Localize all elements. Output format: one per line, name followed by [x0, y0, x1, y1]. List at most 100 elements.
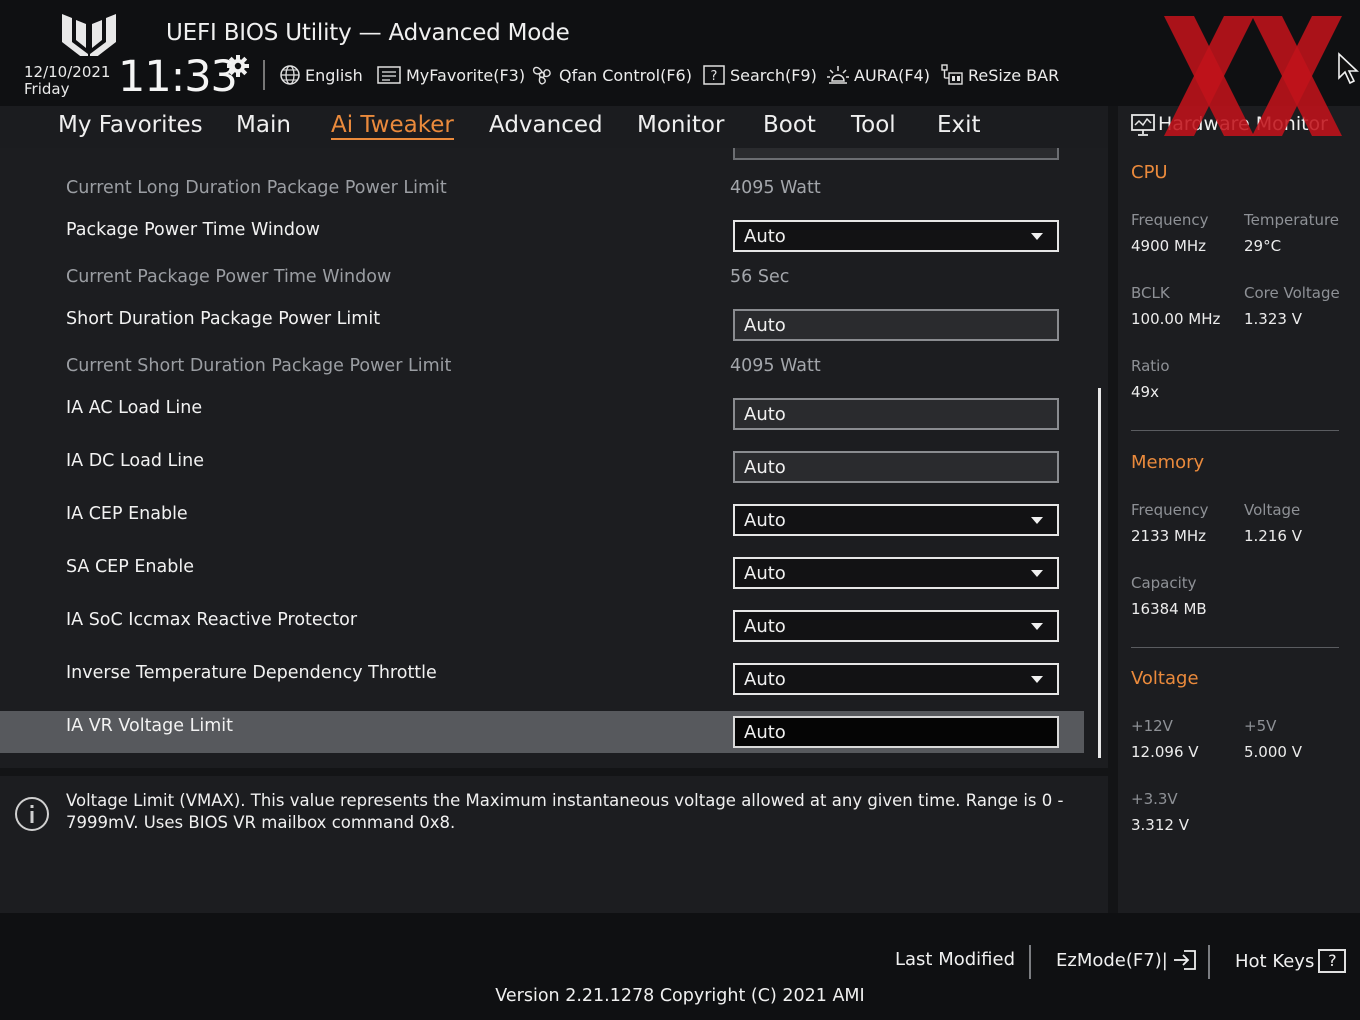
dropdown-value: Auto	[744, 669, 786, 690]
capacity-value: 16384 MB	[1131, 600, 1207, 618]
setting-label: IA VR Voltage Limit	[66, 716, 233, 736]
chevron-down-icon	[1031, 623, 1043, 630]
xx-watermark-logo	[1164, 16, 1342, 136]
input-value: Auto	[744, 722, 786, 743]
chevron-down-icon	[1031, 676, 1043, 683]
cpu-temperature-value: 29°C	[1244, 237, 1282, 255]
voltage-heading: Voltage	[1131, 668, 1199, 689]
language-label: English	[305, 65, 363, 85]
footer-divider	[1208, 945, 1210, 979]
hot-keys-help-icon: ?	[1318, 949, 1347, 973]
day-text: Friday	[24, 80, 70, 98]
setting-label: Inverse Temperature Dependency Throttle	[66, 663, 437, 683]
tab-advanced[interactable]: Advanced	[489, 112, 603, 138]
info-icon	[15, 797, 49, 831]
myfavorite-label: MyFavorite(F3)	[406, 65, 526, 85]
tab-exit[interactable]: Exit	[937, 112, 981, 138]
ia-ac-load-line-input[interactable]: Auto	[733, 398, 1059, 430]
search-help-icon: ?	[703, 65, 725, 85]
tab-tool[interactable]: Tool	[851, 112, 896, 138]
ezmode-button[interactable]: EzMode(F7)|	[1056, 949, 1198, 971]
date-text: 12/10/2021	[24, 63, 111, 81]
search-button[interactable]: ? Search(F9)	[702, 64, 817, 86]
tab-monitor[interactable]: Monitor	[637, 112, 724, 138]
main-tab-bar: My Favorites Main Ai Tweaker Advanced Mo…	[0, 106, 1108, 148]
dropdown-value: Auto	[744, 510, 786, 531]
ia-soc-iccmax-dropdown[interactable]: Auto	[733, 610, 1059, 642]
section-divider	[1131, 647, 1339, 648]
globe-icon	[280, 65, 300, 85]
monitor-icon	[1131, 114, 1155, 136]
setting-value: 56 Sec	[730, 267, 790, 287]
v33-label: +3.3V	[1131, 790, 1178, 808]
setting-label: Short Duration Package Power Limit	[66, 309, 381, 329]
setting-label: Current Package Power Time Window	[66, 267, 392, 287]
cpu-heading: CPU	[1131, 162, 1168, 183]
hot-keys-button[interactable]: Hot Keys ?	[1235, 949, 1347, 973]
partial-field-above[interactable]	[733, 148, 1059, 160]
aura-button[interactable]: AURA(F4)	[826, 64, 930, 86]
hot-keys-label: Hot Keys	[1235, 950, 1315, 972]
last-modified-button[interactable]: Last Modified	[895, 949, 1015, 970]
qfan-label: Qfan Control(F6)	[559, 65, 692, 85]
tab-ai-tweaker[interactable]: Ai Tweaker	[331, 112, 454, 140]
tab-main[interactable]: Main	[236, 112, 291, 138]
section-divider	[1131, 430, 1339, 431]
core-voltage-value: 1.323 V	[1244, 310, 1302, 328]
ratio-label: Ratio	[1131, 357, 1170, 375]
tuf-logo-icon	[62, 14, 116, 56]
setting-value: 4095 Watt	[730, 356, 821, 376]
cpu-frequency-value: 4900 MHz	[1131, 237, 1207, 255]
package-power-time-window-dropdown[interactable]: Auto	[733, 220, 1059, 252]
qfan-control-button[interactable]: Qfan Control(F6)	[529, 64, 692, 86]
footer-divider	[1029, 945, 1031, 979]
resize-bar-icon	[941, 64, 963, 85]
setting-label: Package Power Time Window	[66, 220, 320, 240]
bclk-value: 100.00 MHz	[1131, 310, 1221, 328]
bclk-label: BCLK	[1131, 284, 1170, 302]
inverse-temp-throttle-dropdown[interactable]: Auto	[733, 663, 1059, 695]
tab-my-favorites[interactable]: My Favorites	[58, 112, 203, 138]
last-modified-label: Last Modified	[895, 949, 1016, 970]
input-value: Auto	[744, 457, 786, 478]
version-text: Version 2.21.1278 Copyright (C) 2021 AMI	[495, 986, 865, 1006]
v5-label: +5V	[1244, 717, 1277, 735]
short-duration-power-limit-input[interactable]: Auto	[733, 309, 1059, 341]
memory-heading: Memory	[1131, 452, 1205, 473]
app-title: UEFI BIOS Utility — Advanced Mode	[166, 20, 570, 46]
favorite-list-icon	[377, 66, 401, 84]
date-display: 12/10/2021 Friday	[24, 64, 110, 98]
language-button[interactable]: English	[279, 64, 363, 86]
sa-cep-enable-dropdown[interactable]: Auto	[733, 557, 1059, 589]
myfavorite-button[interactable]: MyFavorite(F3)	[376, 64, 525, 86]
ezmode-label: EzMode(F7)|	[1056, 949, 1168, 971]
memory-frequency-label: Frequency	[1131, 501, 1209, 519]
input-value: Auto	[744, 315, 786, 336]
chevron-down-icon	[1031, 517, 1043, 524]
ia-cep-enable-dropdown[interactable]: Auto	[733, 504, 1059, 536]
setting-label: IA CEP Enable	[66, 504, 188, 524]
aura-light-icon	[827, 66, 849, 84]
input-value: Auto	[744, 404, 786, 425]
resize-bar-button[interactable]: ReSize BAR	[940, 64, 1059, 86]
ia-dc-load-line-input[interactable]: Auto	[733, 451, 1059, 483]
exit-arrow-icon	[1173, 950, 1196, 970]
ia-vr-voltage-limit-input[interactable]: Auto	[733, 716, 1059, 748]
header-bar: UEFI BIOS Utility — Advanced Mode 12/10/…	[0, 0, 1360, 106]
setting-label: IA AC Load Line	[66, 398, 203, 418]
tab-boot[interactable]: Boot	[763, 112, 816, 138]
dropdown-value: Auto	[744, 563, 786, 584]
capacity-label: Capacity	[1131, 574, 1197, 592]
svg-text:?: ?	[711, 69, 718, 84]
chevron-down-icon	[1031, 570, 1043, 577]
header-divider	[263, 60, 265, 90]
help-description-panel: Voltage Limit (VMAX). This value represe…	[0, 776, 1108, 913]
help-text: Voltage Limit (VMAX). This value represe…	[66, 791, 1064, 832]
settings-scrollbar[interactable]	[1098, 388, 1101, 758]
memory-voltage-value: 1.216 V	[1244, 527, 1302, 545]
clock-settings-gear-icon[interactable]	[226, 54, 250, 78]
ratio-value: 49x	[1131, 383, 1159, 401]
core-voltage-label: Core Voltage	[1244, 284, 1340, 302]
resize-bar-label: ReSize BAR	[968, 65, 1060, 85]
aura-label: AURA(F4)	[854, 65, 930, 85]
